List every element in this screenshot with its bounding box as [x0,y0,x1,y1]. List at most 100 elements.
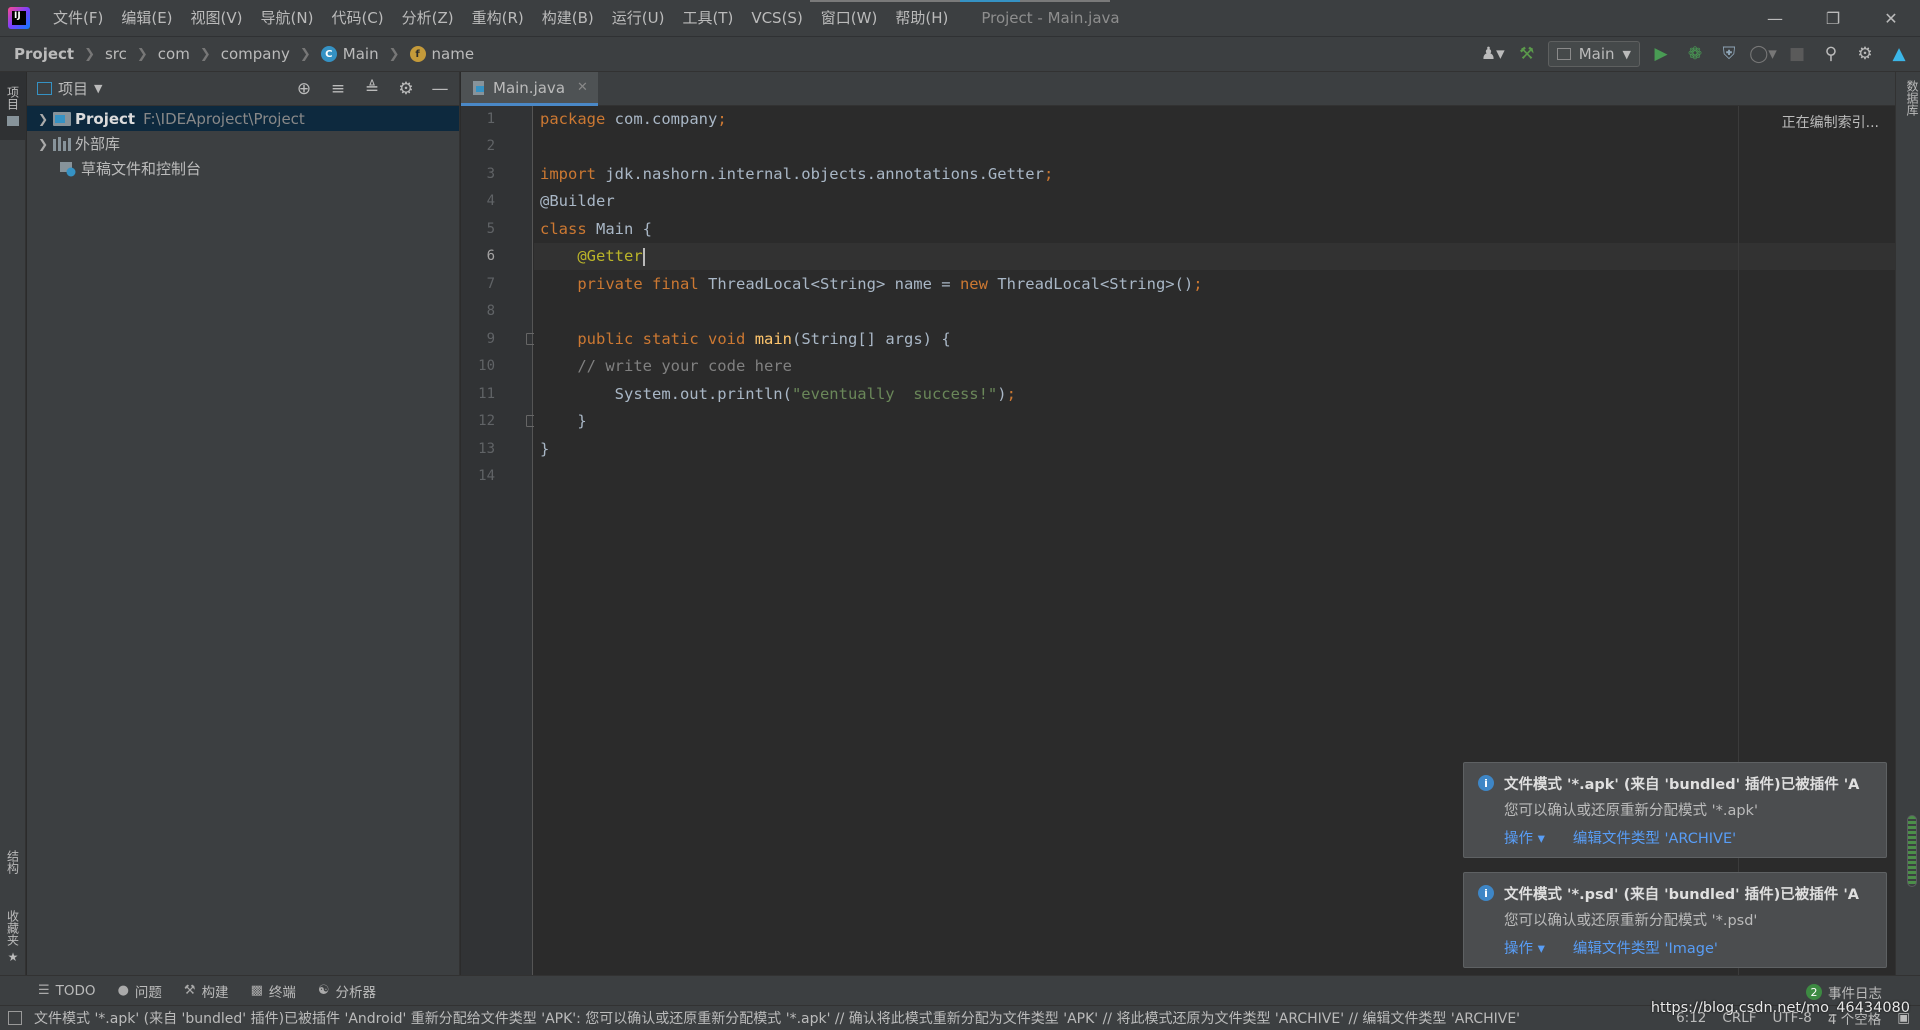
tool-tab-problems[interactable]: ● 问题 [118,981,162,1001]
stop-icon[interactable]: ■ [1784,41,1810,67]
debug-icon[interactable]: ❁ [1682,41,1708,67]
class-icon: C [320,46,337,62]
menu-edit[interactable]: 编辑(E) [112,0,181,36]
intellij-logo-icon: IJ [8,7,30,29]
status-bar: 文件模式 '*.apk' (来自 'bundled' 插件)已被插件 'Andr… [0,1005,1920,1030]
search-icon[interactable]: ⚲ [1818,41,1844,67]
module-folder-icon [53,111,71,126]
run-config-label: Main [1578,45,1615,63]
breadcrumb-main[interactable]: C Main [320,45,379,63]
tree-item-label: Project [75,109,136,128]
breadcrumb-src[interactable]: src [105,45,127,63]
notification-body: 您可以确认或还原重新分配模式 '*.psd' [1504,913,1758,929]
jetbrains-toolbox-icon[interactable]: ▲ [1886,41,1912,67]
collapse-all-icon[interactable]: ≜ [361,79,383,99]
list-icon: ☰ [38,983,50,998]
account-icon[interactable]: ♟▾ [1480,41,1506,67]
breadcrumb: Project ❯ src ❯ com ❯ company ❯ C Main ❯ … [0,45,474,63]
line-number: 11 [478,386,495,402]
tree-item-scratches[interactable]: 草稿文件和控制台 [27,156,459,181]
chevron-right-icon[interactable]: ❯ [33,137,53,151]
tree-item-label: 草稿文件和控制台 [81,160,202,178]
profile-icon[interactable]: ◯▾ [1749,41,1777,67]
code-line: public static void main(String[] args) { [577,330,951,348]
chevron-right-icon[interactable]: ❯ [33,112,53,126]
breadcrumb-company[interactable]: company [221,45,290,63]
chevron-down-icon: ▼ [1622,47,1631,61]
code-line: import jdk.nashorn.internal.objects.anno… [540,165,1054,183]
close-icon[interactable]: ✕ [577,80,588,95]
menu-tools[interactable]: 工具(T) [673,0,742,36]
notification-actions: 操作 ▾ 编辑文件类型 'Image' [1504,937,1718,958]
expand-all-icon[interactable]: ≡ [327,79,349,99]
build-hammer-icon[interactable]: ⚒ [1514,41,1540,67]
run-configuration-select[interactable]: Main ▼ [1547,41,1640,67]
tool-tab-build[interactable]: ⚒ 构建 [184,981,229,1001]
menu-code[interactable]: 代码(C) [322,0,392,36]
hide-panel-icon[interactable]: — [429,79,451,99]
panel-actions: ⊕ ≡ ≜ ⚙ — [293,72,451,106]
tool-tab-todo[interactable]: ☰ TODO [38,983,96,999]
line-number: 9 [486,331,495,347]
actions-link[interactable]: 操作 ▾ [1504,827,1545,848]
profiler-icon: ☯ [317,983,330,998]
menu-file[interactable]: 文件(F) [44,0,112,36]
line-number: 13 [478,441,495,457]
title-bar: IJ 文件(F) 编辑(E) 视图(V) 导航(N) 代码(C) 分析(Z) 重… [0,0,1920,36]
toggle-tool-windows-icon[interactable] [8,1011,22,1025]
tool-tab-database[interactable]: 数据库 [1896,80,1920,116]
scratch-console-icon [59,161,77,177]
line-number: 2 [486,138,495,154]
breadcrumb-project[interactable]: Project [14,45,74,63]
event-log-label: 事件日志 [1828,986,1882,1002]
menu-run[interactable]: 运行(U) [603,0,674,36]
code-line: class Main { [540,220,652,238]
star-icon: ★ [7,950,19,964]
tool-tab-favorites[interactable]: 收藏夹 ★ [0,902,26,972]
menu-build[interactable]: 构建(B) [533,0,603,36]
tool-tab-profiler[interactable]: ☯ 分析器 [318,981,376,1001]
status-message[interactable]: 文件模式 '*.apk' (来自 'bundled' 插件)已被插件 'Andr… [34,1008,1624,1028]
actions-link[interactable]: 操作 ▾ [1504,937,1545,958]
edit-file-type-link[interactable]: 编辑文件类型 'Image' [1573,937,1718,958]
minimize-button[interactable]: — [1746,0,1804,36]
tool-tab-structure[interactable]: 结构 [0,832,26,892]
locate-target-icon[interactable]: ⊕ [293,79,315,99]
menu-vcs[interactable]: VCS(S) [742,0,811,36]
menu-window[interactable]: 窗口(W) [812,0,887,36]
menu-navigate[interactable]: 导航(N) [252,0,323,36]
project-tree: ❯ Project F:\IDEAproject\Project ❯ 外部库 草… [27,106,459,181]
menu-refactor[interactable]: 重构(R) [463,0,533,36]
gear-icon[interactable]: ⚙ [395,79,417,99]
memory-indicator[interactable] [1907,815,1917,887]
breadcrumb-com[interactable]: com [158,45,190,63]
code-line: } [540,440,550,458]
tab-main-java[interactable]: Main.java ✕ [461,72,598,106]
notification-title: 文件模式 '*.psd' (来自 'bundled' 插件)已被插件 'A [1504,887,1859,903]
close-window-button[interactable]: ✕ [1862,0,1920,36]
info-icon: i [1478,775,1494,791]
event-log-button[interactable]: 2 事件日志 [1806,982,1882,1002]
tool-tab-terminal[interactable]: ▩ 终端 [251,981,296,1001]
tab-label: Main.java [493,78,566,97]
menu-help[interactable]: 帮助(H) [886,0,957,36]
run-icon[interactable]: ▶ [1648,41,1674,67]
coverage-icon[interactable]: ⛨ [1716,41,1742,67]
problems-icon: ● [117,983,129,998]
project-view-selector[interactable]: 项目 ▼ [37,78,102,99]
breadcrumb-name[interactable]: f name [409,45,474,63]
menu-view[interactable]: 视图(V) [182,0,252,36]
code-line: private final ThreadLocal<String> name =… [577,275,1203,293]
line-number-current: 6 [486,248,495,264]
tree-item-external-libraries[interactable]: ❯ 外部库 [27,131,459,156]
edit-file-type-link[interactable]: 编辑文件类型 'ARCHIVE' [1573,827,1736,848]
window-title: Project - Main.java [981,9,1120,27]
folder-icon [7,116,19,126]
settings-gear-icon[interactable]: ⚙ [1852,41,1878,67]
java-file-icon [471,80,487,96]
tree-item-project[interactable]: ❯ Project F:\IDEAproject\Project [27,106,459,131]
tool-tab-project[interactable]: 项目 [0,72,26,140]
current-line-highlight [534,243,1895,270]
menu-analyze[interactable]: 分析(Z) [393,0,463,36]
restore-button[interactable]: ❐ [1804,0,1862,36]
